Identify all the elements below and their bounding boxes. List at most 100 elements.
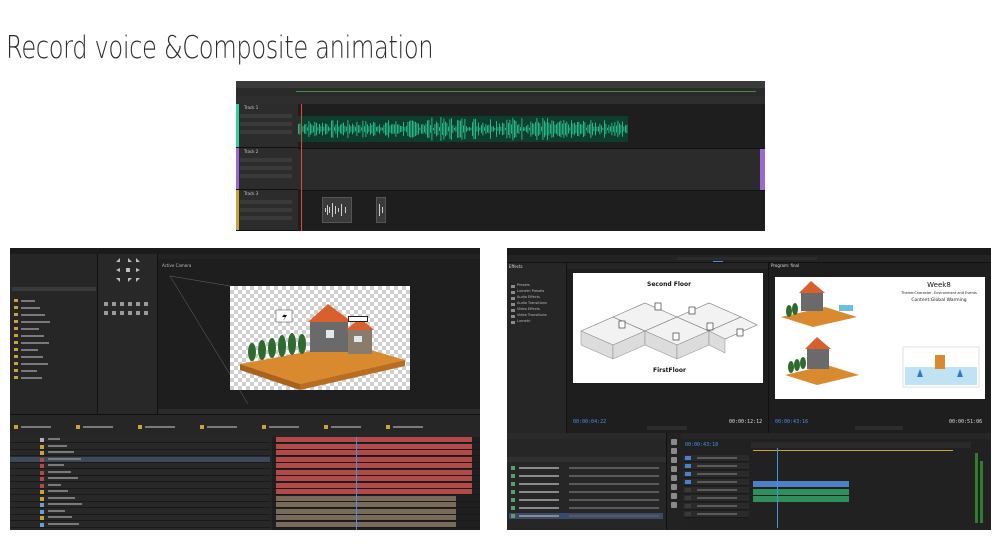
track-controls[interactable]: [240, 158, 292, 162]
layer-bar-row[interactable]: [272, 482, 480, 489]
tools-panel[interactable]: [667, 433, 681, 530]
layer-duration-bar[interactable]: [276, 508, 456, 514]
project-item-row[interactable]: [509, 481, 663, 487]
layer-bar-row[interactable]: [272, 456, 480, 463]
layer-label-color[interactable]: [40, 457, 44, 462]
track-input[interactable]: [240, 122, 292, 126]
project-item[interactable]: [12, 305, 94, 311]
layer-bar-row[interactable]: [272, 502, 480, 508]
layer-bar-row[interactable]: [272, 489, 480, 495]
project-item-row[interactable]: [509, 465, 663, 471]
composition-viewer[interactable]: Active Camera: [158, 254, 480, 414]
layer-label-color[interactable]: [40, 522, 44, 527]
layer-label-color[interactable]: [40, 509, 44, 514]
workspace-tabs[interactable]: [507, 255, 991, 263]
track-controls[interactable]: [697, 505, 737, 507]
track-controls[interactable]: [240, 200, 292, 204]
project-panel[interactable]: [507, 433, 667, 530]
audio-clip[interactable]: [322, 197, 352, 223]
effects-panel[interactable]: Effects Presets Lumetri Presets Audio Effe…: [507, 263, 567, 433]
track-input[interactable]: [240, 208, 292, 212]
project-item[interactable]: [12, 368, 94, 374]
layer-row[interactable]: [10, 483, 270, 489]
track-controls[interactable]: [697, 481, 737, 483]
layer-bar-row[interactable]: [272, 463, 480, 469]
composition-canvas[interactable]: [230, 286, 410, 390]
track-target-toggle[interactable]: [685, 464, 691, 468]
layer-label-color[interactable]: [40, 490, 44, 494]
track-controls[interactable]: [697, 473, 737, 475]
layer-duration-bar[interactable]: [276, 495, 456, 501]
project-search-field[interactable]: [12, 287, 96, 291]
audio-clip[interactable]: [753, 489, 849, 495]
track-controls[interactable]: [697, 513, 737, 515]
voice-waveform-clip[interactable]: [298, 116, 628, 142]
layer-duration-bar[interactable]: [276, 443, 472, 449]
effects-folder[interactable]: Lumetri: [511, 319, 565, 326]
layer-bar-row[interactable]: [272, 521, 480, 528]
track-header[interactable]: [683, 479, 749, 486]
layer-bar-row[interactable]: [272, 476, 480, 482]
layer-bar-row[interactable]: [272, 495, 480, 502]
track-controls[interactable]: [697, 465, 737, 467]
track-target-toggle[interactable]: [685, 488, 691, 492]
track-header[interactable]: [683, 455, 749, 462]
layer-label-color[interactable]: [40, 444, 44, 449]
timeline-ruler[interactable]: [751, 442, 971, 448]
layer-row[interactable]: [10, 450, 270, 456]
layer-bar-row[interactable]: [272, 450, 480, 456]
effects-panel-tab[interactable]: Effects: [509, 265, 523, 269]
project-item-row[interactable]: [509, 513, 663, 519]
layer-row[interactable]: [10, 522, 270, 528]
track-header-2[interactable]: Track 2: [236, 148, 298, 190]
project-item[interactable]: [12, 361, 94, 367]
track-header-1[interactable]: Track 1: [236, 104, 298, 148]
layer-label-color[interactable]: [40, 496, 44, 501]
track-controls[interactable]: [240, 114, 292, 118]
layer-duration-bars[interactable]: [272, 437, 480, 530]
layer-row[interactable]: [10, 489, 270, 495]
program-monitor-tab[interactable]: Program: final: [771, 264, 799, 268]
layer-label-color[interactable]: [40, 483, 44, 488]
video-clip[interactable]: [753, 481, 849, 487]
layer-label-color[interactable]: [40, 477, 44, 481]
layer-list[interactable]: [10, 437, 270, 530]
track-target-toggle[interactable]: [685, 512, 691, 516]
track-header[interactable]: [683, 511, 749, 518]
tool-icon[interactable]: [671, 493, 677, 499]
tool-icon[interactable]: [671, 439, 677, 445]
layer-duration-bar[interactable]: [276, 482, 472, 488]
composition-tab[interactable]: [200, 424, 252, 430]
layer-duration-bar[interactable]: [276, 521, 456, 527]
layer-row[interactable]: [10, 496, 270, 502]
project-item-row[interactable]: [509, 489, 663, 495]
align-panel[interactable]: [102, 298, 154, 318]
layer-duration-bar[interactable]: [276, 450, 472, 455]
layer-duration-bar[interactable]: [276, 489, 472, 494]
project-item[interactable]: [12, 298, 94, 304]
audio-clip[interactable]: [753, 496, 849, 502]
track-header[interactable]: [683, 463, 749, 470]
project-item-row[interactable]: [509, 473, 663, 479]
current-time-indicator[interactable]: [356, 437, 357, 530]
sequence-tabs[interactable]: [681, 433, 991, 439]
layer-bar-row[interactable]: [272, 508, 480, 515]
layer-row[interactable]: [10, 437, 270, 443]
layer-label-color[interactable]: [40, 516, 44, 520]
track-header[interactable]: [683, 487, 749, 494]
layer-duration-bar[interactable]: [276, 469, 472, 475]
layer-row[interactable]: [10, 470, 270, 476]
source-monitor[interactable]: Second Floor FirstFloor 00:00:04:22 00:0…: [567, 263, 769, 433]
program-monitor[interactable]: Program: final Week8 Theme:Character, En…: [769, 263, 991, 433]
track-controls[interactable]: [697, 497, 737, 499]
layer-duration-bar[interactable]: [276, 437, 472, 442]
composition-tab[interactable]: [76, 424, 128, 430]
layer-duration-bar[interactable]: [276, 463, 472, 468]
layer-row[interactable]: [10, 463, 270, 469]
layer-row[interactable]: [10, 476, 270, 482]
project-item[interactable]: [12, 319, 94, 325]
tool-icon[interactable]: [671, 466, 677, 472]
track-output[interactable]: [240, 130, 292, 134]
layer-row[interactable]: [10, 509, 270, 515]
layer-bar-row[interactable]: [272, 515, 480, 521]
